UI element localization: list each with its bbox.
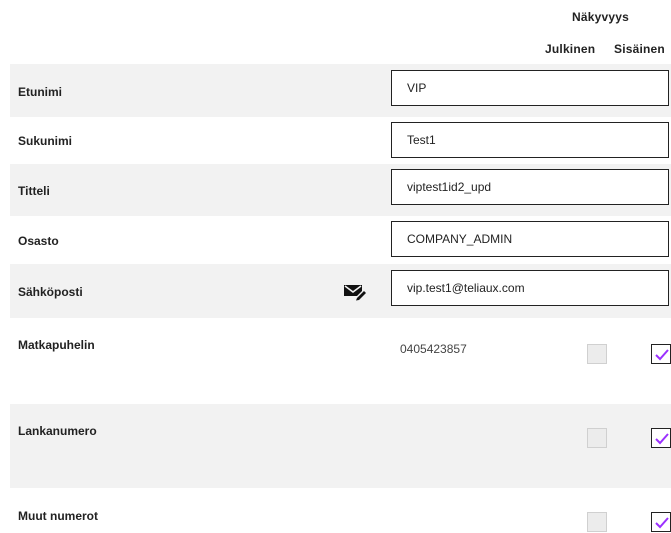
- email-input[interactable]: [391, 270, 669, 306]
- landline-internal-checkbox[interactable]: [651, 428, 671, 448]
- checkmark-icon: [655, 433, 669, 445]
- last-name-input[interactable]: [391, 122, 669, 158]
- mobile-public-checkbox[interactable]: [587, 344, 607, 364]
- other-internal-checkbox[interactable]: [651, 512, 671, 532]
- other-numbers-label: Muut numerot: [18, 509, 98, 523]
- title-label: Titteli: [18, 184, 50, 198]
- department-label: Osasto: [18, 234, 59, 248]
- email-edit-icon[interactable]: [343, 283, 367, 306]
- public-column-header: Julkinen: [545, 42, 596, 56]
- mobile-label: Matkapuhelin: [18, 338, 95, 352]
- department-input[interactable]: [391, 221, 669, 257]
- mobile-internal-checkbox[interactable]: [651, 344, 671, 364]
- last-name-label: Sukunimi: [18, 134, 73, 148]
- first-name-input[interactable]: [391, 70, 669, 106]
- checkmark-icon: [655, 517, 669, 529]
- title-input[interactable]: [391, 169, 669, 205]
- landline-row: Lankanumero: [10, 404, 671, 488]
- checkmark-icon: [655, 349, 669, 361]
- landline-label: Lankanumero: [18, 424, 97, 438]
- other-public-checkbox[interactable]: [587, 512, 607, 532]
- visibility-header: Näkyvyys: [572, 10, 629, 24]
- mobile-number: 0405423857: [400, 342, 467, 356]
- landline-public-checkbox[interactable]: [587, 428, 607, 448]
- mobile-row: Matkapuhelin: [10, 318, 671, 404]
- email-label: Sähköposti: [18, 285, 83, 299]
- internal-column-header: Sisäinen: [614, 42, 665, 56]
- other-numbers-row: Muut numerot: [10, 488, 671, 533]
- first-name-label: Etunimi: [18, 85, 62, 99]
